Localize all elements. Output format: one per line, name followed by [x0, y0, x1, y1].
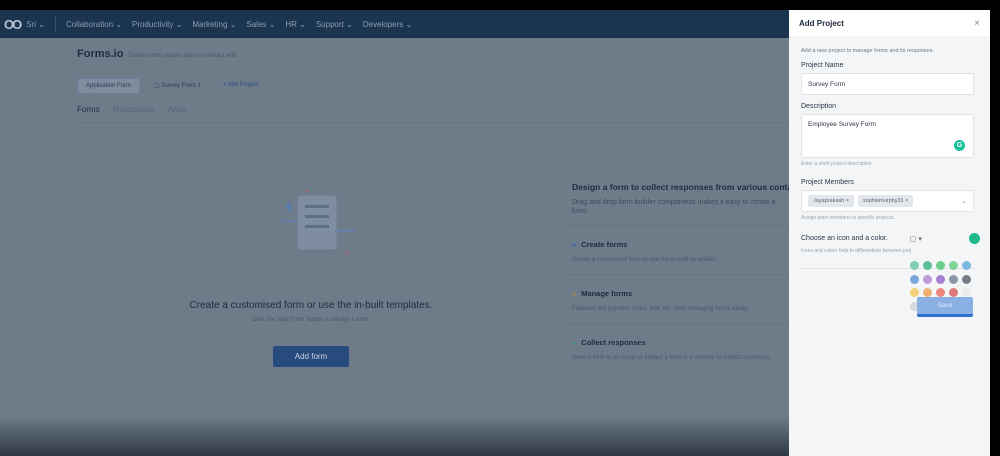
nav-item-sales[interactable]: Sales ⌄ [246, 20, 275, 29]
grammarly-icon[interactable]: G [954, 140, 965, 151]
color-option[interactable] [936, 288, 945, 297]
feature-description: Send a form to an email or embed a form … [572, 354, 772, 361]
project-name-label: Project Name [801, 62, 844, 69]
empty-subtitle: Click the 'Add Form' button to design a … [251, 317, 370, 323]
add-form-button[interactable]: Add form [273, 346, 349, 367]
members-select[interactable]: Jayaprakash × sophiemurphy31 × ⌄ [801, 190, 974, 212]
feature-item: » Create forms Create a customised form or… [564, 224, 790, 274]
empty-state: Create a customised form or use the in-b… [77, 150, 545, 410]
color-option[interactable] [923, 274, 932, 284]
color-option[interactable] [910, 274, 919, 284]
nav-app-switcher[interactable]: Sri ⌄ [26, 20, 45, 29]
info-section: Design a form to collect responses from … [564, 182, 790, 372]
color-option[interactable] [962, 274, 971, 284]
panel-header: Add Project × [789, 10, 990, 36]
nav-item-developers[interactable]: Developers ⌄ [363, 20, 412, 29]
color-option[interactable] [936, 261, 945, 270]
project-chip-survey-form[interactable]: ▢ Survey Form 1 [146, 78, 209, 94]
color-option[interactable] [962, 261, 971, 270]
nav-item-hr[interactable]: HR ⌄ [285, 20, 306, 29]
tab-apps[interactable]: Apps [168, 105, 186, 114]
description-textarea[interactable]: Employee Survey Form G [801, 114, 974, 158]
nav-divider [54, 16, 56, 32]
nav-item-marketing[interactable]: Marketing ⌄ [192, 20, 236, 29]
members-label: Project Members [801, 179, 854, 186]
member-tag[interactable]: sophiemurphy31 × [857, 195, 914, 207]
color-option[interactable] [910, 261, 919, 270]
nav-item-support[interactable]: Support ⌄ [316, 20, 353, 29]
logo[interactable]: OO [4, 17, 22, 32]
add-project-panel: Add Project × Add a new project to manage… [789, 10, 990, 456]
description-label: Description [801, 103, 837, 110]
close-icon[interactable]: × [974, 18, 980, 29]
chevron-right-icon: » [572, 337, 577, 347]
bottom-shadow [0, 416, 790, 456]
member-tag[interactable]: Jayaprakash × [808, 195, 854, 207]
tab-responses[interactable]: Responses [114, 105, 154, 114]
color-option[interactable] [949, 261, 958, 270]
project-name-input[interactable]: Survey Form [801, 73, 974, 95]
app-background: OO Sri ⌄ Collaboration ⌄ Productivity ⌄ Ma… [0, 10, 790, 456]
feature-item: » Manage forms Features like preview, shar… [564, 273, 790, 323]
chevron-right-icon: » [572, 288, 577, 298]
nav-item-collaboration[interactable]: Collaboration ⌄ [66, 20, 122, 29]
color-option[interactable] [923, 288, 932, 297]
project-chip-application-form[interactable]: Application Form [77, 78, 141, 94]
color-option[interactable] [910, 288, 919, 297]
panel-description: Add a new project to manage forms and it… [801, 48, 934, 54]
feature-description: Create a customised form or use the in-b… [572, 256, 718, 263]
icon-color-row: Choose an icon and a color. ▢ ▾ [801, 233, 990, 244]
color-option[interactable] [949, 288, 958, 297]
form-illustration-icon [282, 189, 355, 255]
panel-title: Add Project [799, 18, 844, 28]
page-title: Forms.io Create forms people want to inte… [77, 48, 239, 60]
color-option[interactable] [949, 274, 958, 284]
info-title: Design a form to collect responses from … [572, 182, 790, 192]
divider [77, 122, 790, 123]
color-option[interactable] [936, 274, 945, 284]
project-chips: Application Form ▢ Survey Form 1 + Add P… [77, 78, 267, 94]
icon-color-label: Choose an icon and a color. [801, 235, 888, 242]
color-option[interactable] [962, 288, 971, 297]
icon-color-hint: Icons and colors help to differentiate b… [801, 248, 911, 254]
color-option[interactable] [923, 261, 932, 270]
tabs: Forms Responses Apps [77, 105, 186, 114]
top-nav: OO Sri ⌄ Collaboration ⌄ Productivity ⌄ Ma… [0, 10, 790, 38]
empty-title: Create a customised form or use the in-b… [189, 300, 433, 311]
members-hint: Assign team members to specific projects… [801, 215, 895, 221]
description-hint: Enter a short project description. [801, 161, 873, 167]
add-project-link[interactable]: + Add Project [215, 78, 267, 94]
feature-item: » Collect responses Send a form to an emai… [564, 322, 790, 372]
chevron-down-icon[interactable]: ⌄ [962, 197, 967, 205]
tab-forms[interactable]: Forms [77, 105, 100, 114]
nav-items: Collaboration ⌄ Productivity ⌄ Marketing ⌄… [66, 20, 422, 29]
selected-color-swatch[interactable] [969, 233, 980, 244]
save-button[interactable]: Save [917, 297, 973, 317]
nav-item-productivity[interactable]: Productivity ⌄ [132, 20, 182, 29]
chevron-right-icon: » [572, 239, 577, 249]
icon-picker[interactable]: ▢ ▾ [910, 235, 922, 243]
feature-description: Features like preview, share, edit, etc.… [572, 305, 749, 312]
page-subtitle: Create forms people want to interact wit… [127, 53, 239, 59]
info-subtitle: Drag and drop form builder components ma… [572, 199, 776, 215]
